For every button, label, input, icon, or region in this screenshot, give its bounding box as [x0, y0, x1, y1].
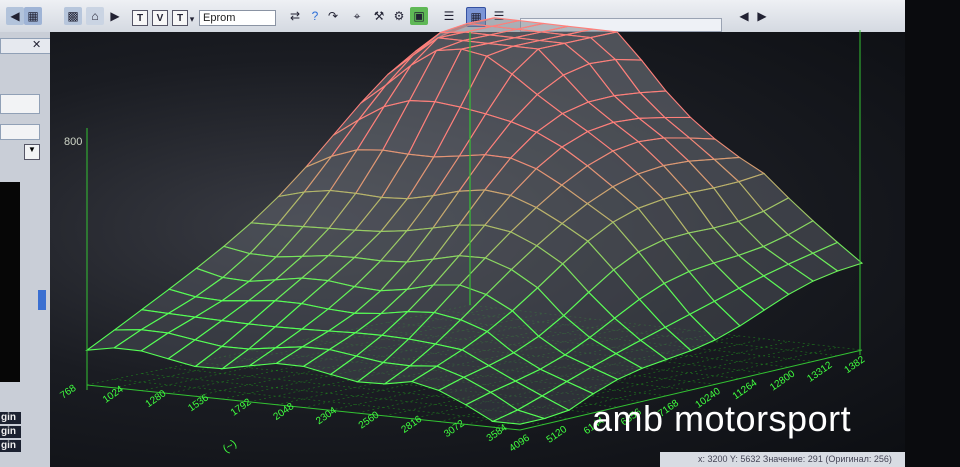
map-3d-plot[interactable]: 800 768 1024 1280 1536 1792 2048 2304 2560 2816 3…: [0, 0, 960, 467]
status-bar: x: 3200 Y: 5632 Значение: 291 (Оригинал:…: [660, 452, 905, 467]
axis-tick-label: 13312: [805, 360, 834, 385]
axis-tick-label: 2560: [357, 409, 382, 431]
axis-tick-label: 12800: [768, 368, 797, 393]
axis-tick-label: 4096: [507, 432, 532, 454]
map-surface: [85, 17, 864, 425]
axis-tick-label: 768: [58, 383, 78, 402]
watermark: amb motorsport: [592, 398, 852, 439]
z-tick-label: 800: [64, 136, 82, 148]
axis-tick-label: 1382: [843, 354, 868, 376]
axis-tick-label: 3072: [442, 418, 467, 440]
axis-tick-label: 5120: [545, 424, 570, 446]
axis-tick-label: 3584: [485, 422, 510, 444]
axis-tick-label: 2304: [314, 405, 339, 427]
axis-tick-label: 2816: [400, 414, 425, 436]
x-axis-unit: (~): [221, 438, 239, 456]
monitor-bezel: [905, 0, 960, 467]
